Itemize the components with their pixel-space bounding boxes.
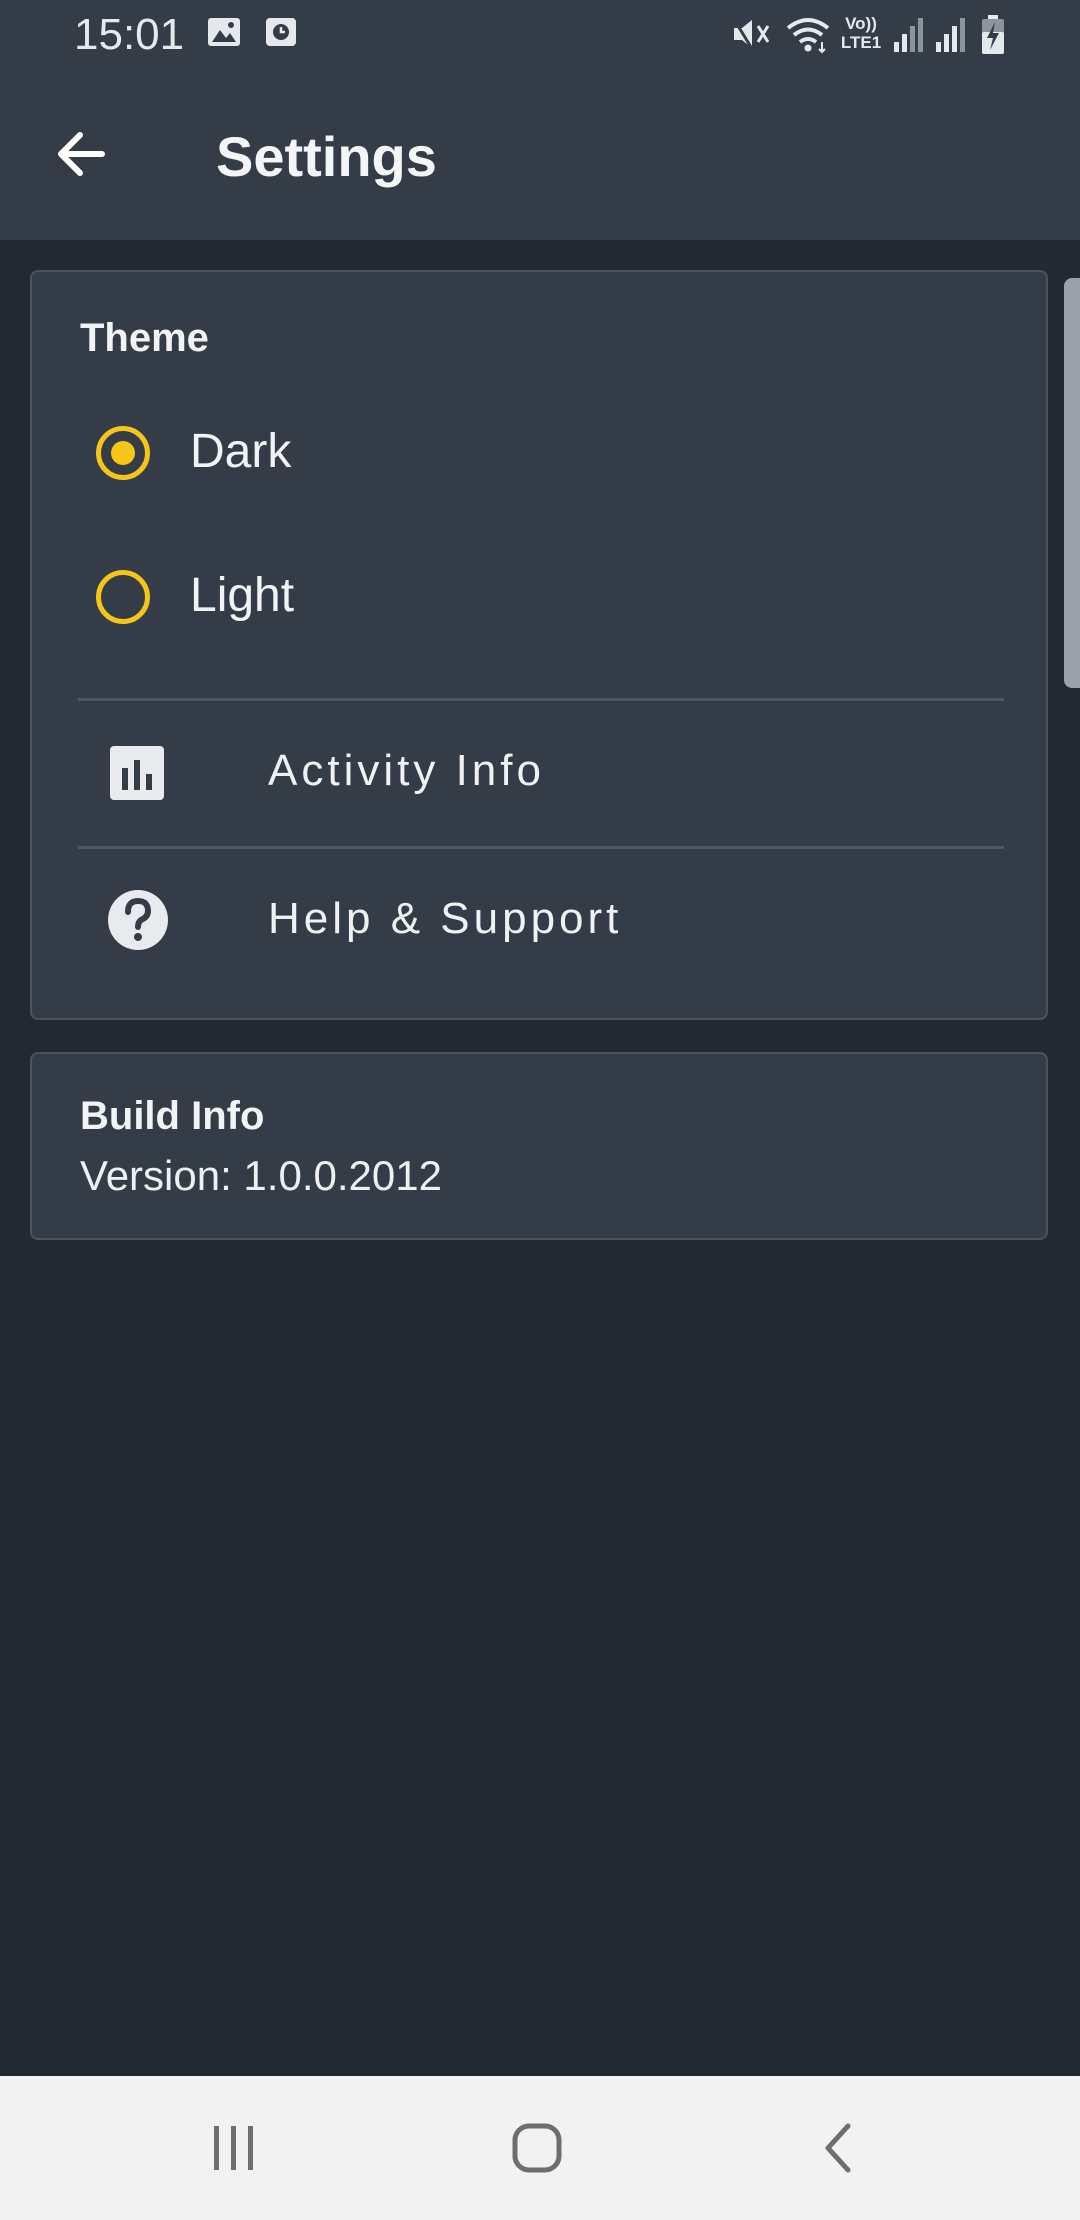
clock-icon	[264, 14, 298, 55]
build-version: Version: 1.0.0.2012	[80, 1152, 442, 1199]
page-title: Settings	[216, 125, 437, 188]
battery-charging-icon	[980, 14, 1006, 61]
build-info-card: Build Info Version: 1.0.0.2012	[30, 1052, 1048, 1240]
radio-dot	[111, 441, 135, 465]
navigation-bar	[0, 2076, 1080, 2220]
home-button[interactable]	[497, 2116, 577, 2180]
divider	[78, 698, 1004, 701]
app-bar: Settings	[0, 72, 1080, 240]
volte-label-top: Vo))	[845, 14, 877, 33]
wifi-icon	[784, 14, 832, 59]
volte-icon: Vo)) LTE1	[838, 14, 884, 52]
scrollbar-thumb[interactable]	[1064, 278, 1080, 688]
theme-option-light[interactable]: Light	[32, 540, 912, 660]
divider	[78, 846, 1004, 849]
back-icon	[800, 2123, 880, 2184]
volte-label-bottom: LTE1	[840, 33, 882, 52]
help-circle-icon	[106, 888, 168, 950]
radio-unselected-icon[interactable]	[96, 570, 150, 624]
help-support-label: Help & Support	[268, 894, 623, 943]
theme-section-title: Theme	[80, 316, 209, 360]
signal-icon-2	[934, 14, 966, 59]
activity-info-label: Activity Info	[268, 746, 545, 795]
theme-option-light-label: Light	[190, 569, 295, 622]
activity-info-item[interactable]: Activity Info	[78, 702, 1004, 846]
help-support-item[interactable]: Help & Support	[78, 850, 1004, 994]
arrow-left-icon	[40, 132, 124, 200]
build-info-title: Build Info	[80, 1094, 265, 1138]
back-button[interactable]	[40, 112, 124, 196]
system-back-button[interactable]	[800, 2116, 880, 2180]
image-icon	[206, 14, 242, 55]
signal-icon	[892, 14, 924, 59]
settings-card: Theme Dark Light Activity Info Help & Su…	[30, 270, 1048, 1020]
theme-option-dark[interactable]: Dark	[32, 396, 912, 516]
recent-apps-button[interactable]	[194, 2116, 274, 2180]
recent-apps-icon	[194, 2126, 274, 2184]
status-time: 15:01	[74, 10, 185, 59]
mute-icon	[730, 14, 772, 59]
theme-option-dark-label: Dark	[190, 425, 292, 478]
home-icon	[497, 2123, 577, 2184]
bar-chart-icon	[108, 744, 170, 806]
radio-selected-icon[interactable]	[96, 426, 150, 480]
status-bar: 15:01 Vo)) LTE1	[0, 0, 1080, 72]
